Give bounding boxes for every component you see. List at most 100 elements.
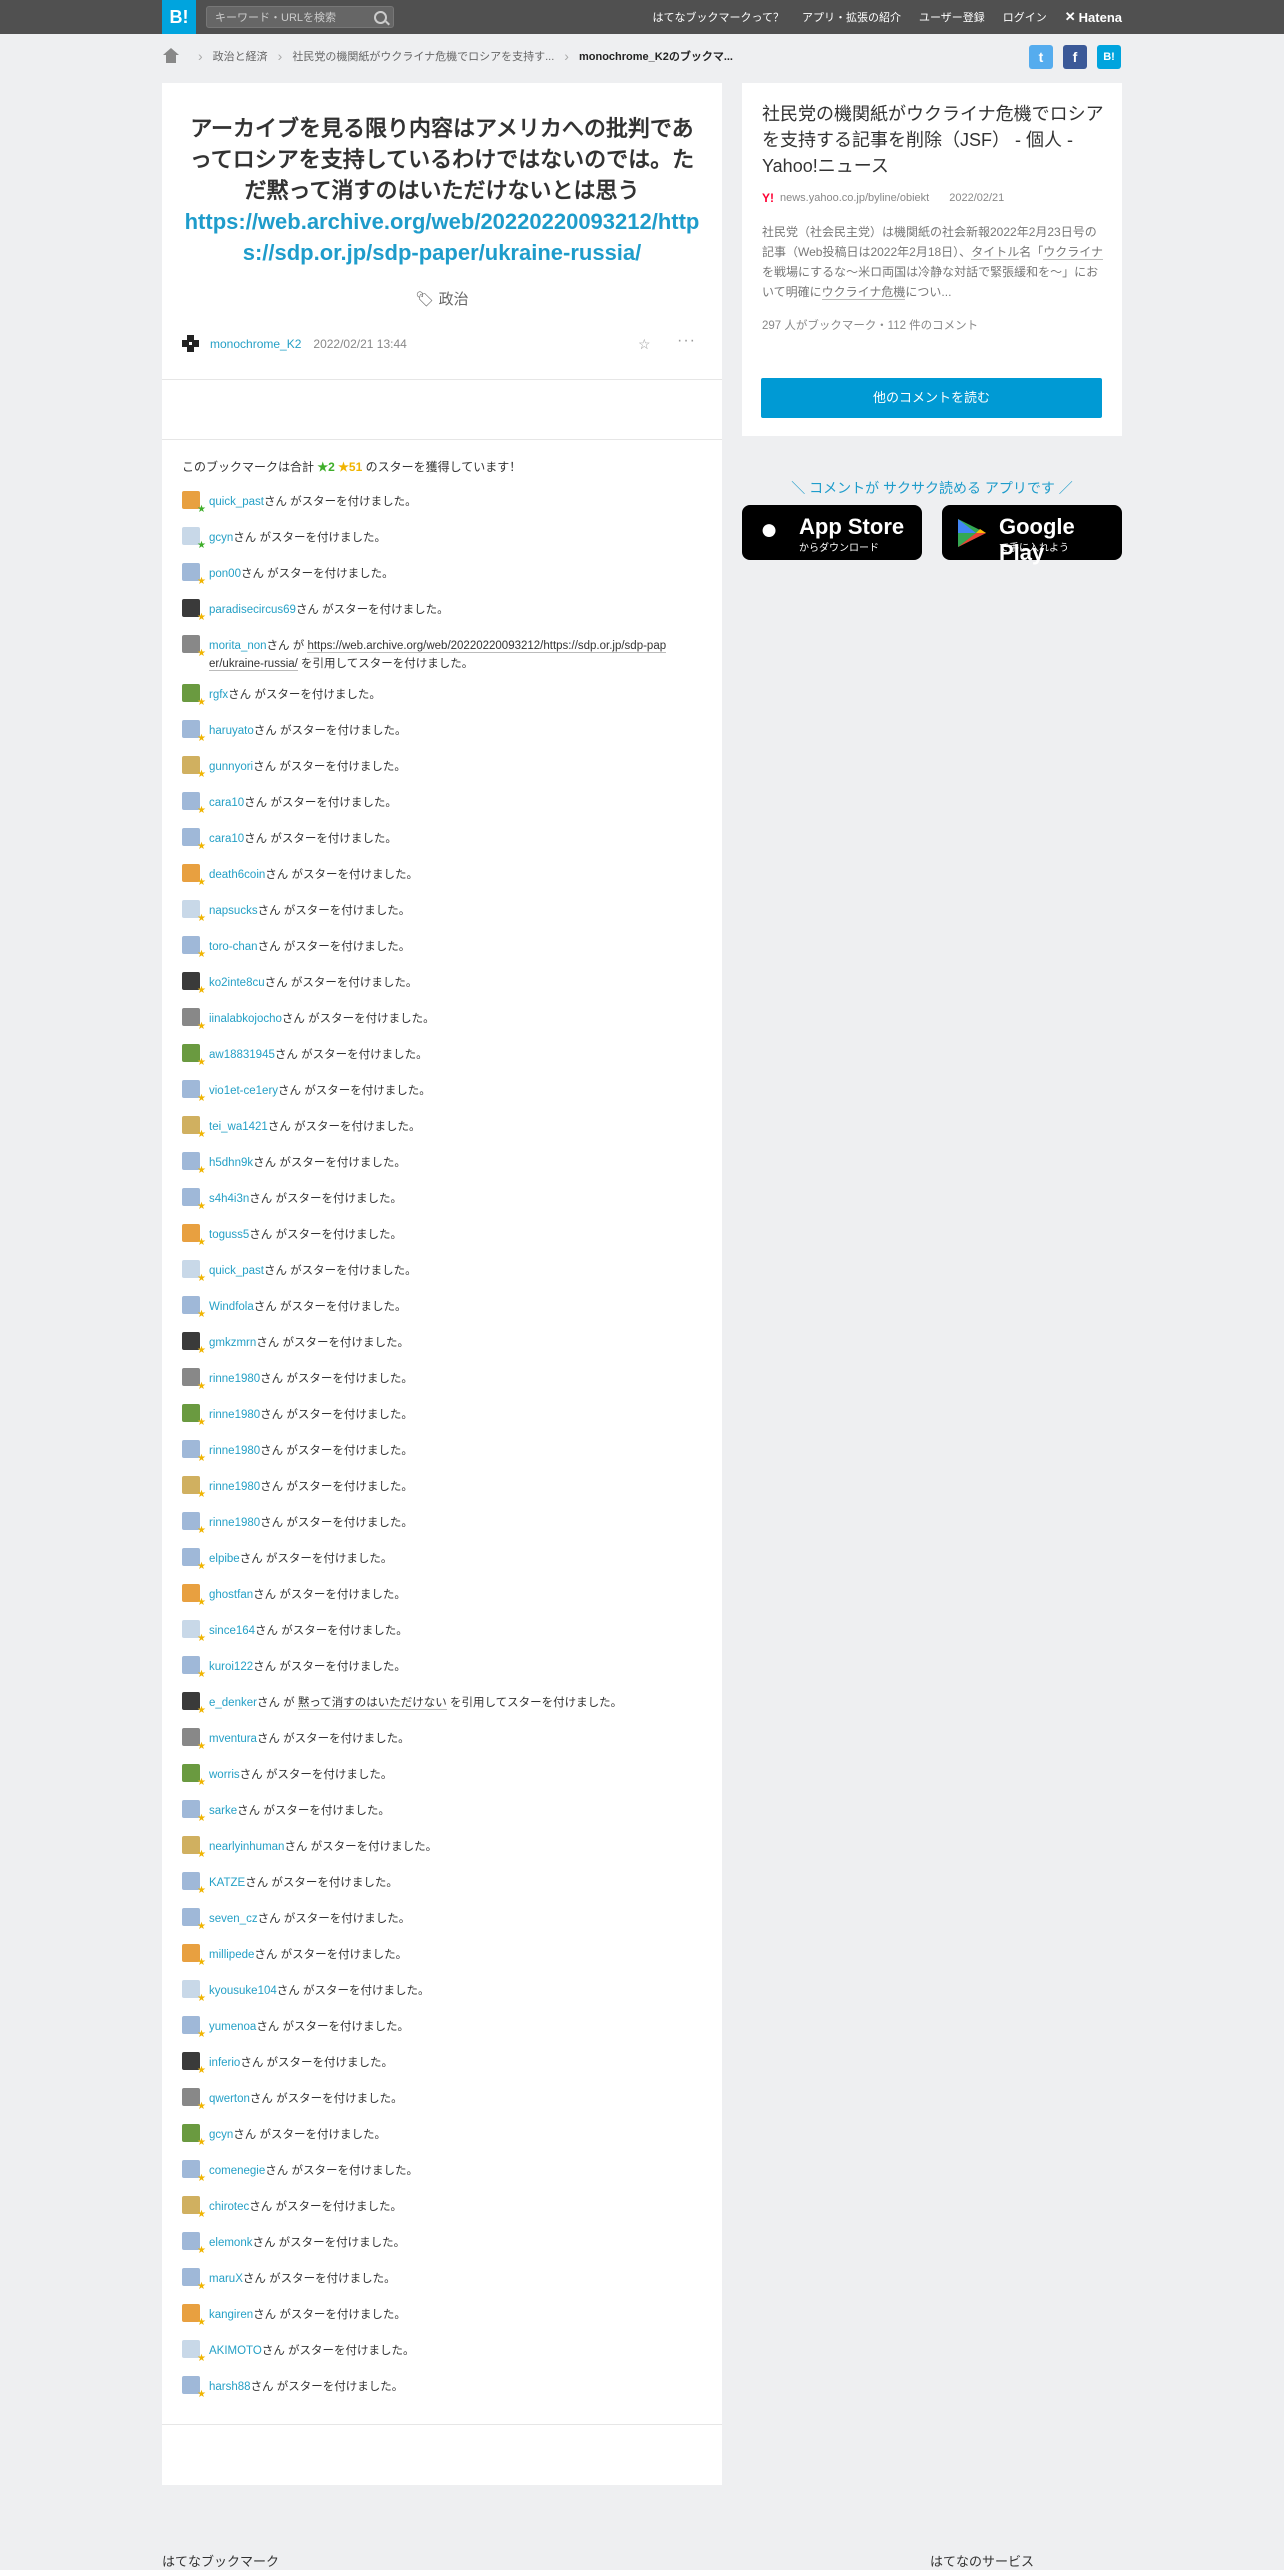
star-user-link[interactable]: quick_past [209,496,264,508]
star-user-link[interactable]: rinne1980 [209,1373,260,1385]
keyword-link[interactable]: ウクライナ危機 [821,285,906,300]
search-icon[interactable] [374,11,387,24]
user-avatar[interactable] [182,792,206,816]
nav-register[interactable]: ユーザー登録 [919,9,985,25]
hatebu-share-icon[interactable]: B! [1097,45,1121,69]
star-user-link[interactable]: chirotec [209,2201,249,2213]
star-user-link[interactable]: aw18831945 [209,1049,275,1061]
user-avatar[interactable] [182,2088,206,2112]
user-avatar[interactable] [182,1332,206,1356]
star-user-link[interactable]: paradisecircus69 [209,604,296,616]
facebook-share-icon[interactable]: f [1063,45,1087,69]
star-user-link[interactable]: cara10 [209,797,244,809]
hatebu-logo[interactable]: B! [162,0,196,34]
star-user-link[interactable]: pon00 [209,568,241,580]
hatena-logo[interactable]: ✕ Hatena [1065,9,1122,25]
add-star-icon[interactable]: ☆ [638,336,651,353]
star-user-link[interactable]: worris [209,1769,240,1781]
star-user-link[interactable]: tei_wa1421 [209,1121,268,1133]
star-user-link[interactable]: e_denker [209,1697,257,1709]
star-user-link[interactable]: yumenoa [209,2021,256,2033]
user-avatar[interactable] [182,2232,206,2256]
user-avatar[interactable] [182,936,206,960]
user-avatar[interactable] [182,900,206,924]
star-user-link[interactable]: h5dhn9k [209,1157,253,1169]
nav-login[interactable]: ログイン [1003,9,1047,25]
user-avatar[interactable] [182,1656,206,1680]
user-avatar[interactable] [182,599,206,623]
star-user-link[interactable]: iinalabkojocho [209,1013,282,1025]
user-avatar[interactable] [182,756,206,780]
keyword-link[interactable]: ウクライナ [1043,245,1103,260]
star-user-link[interactable]: sarke [209,1805,237,1817]
star-user-link[interactable]: toguss5 [209,1229,249,1241]
breadcrumb-category[interactable]: 政治と経済 [213,48,268,64]
star-user-link[interactable]: rgfx [209,689,228,701]
star-user-link[interactable]: maruX [209,2273,243,2285]
entry-title[interactable]: 社民党の機関紙がウクライナ危機でロシアを支持する記事を削除（JSF） - 個人 … [762,101,1107,179]
star-user-link[interactable]: gunnyori [209,761,253,773]
star-user-link[interactable]: gcyn [209,2129,233,2141]
user-avatar[interactable] [182,1224,206,1248]
user-avatar[interactable] [182,828,206,852]
user-avatar[interactable] [182,1620,206,1644]
user-avatar[interactable] [182,2268,206,2292]
user-avatar[interactable] [182,1728,206,1752]
user-avatar[interactable] [182,1440,206,1464]
star-user-link[interactable]: inferio [209,2057,240,2069]
user-avatar[interactable] [182,1188,206,1212]
star-user-link[interactable]: AKIMOTO [209,2345,262,2357]
user-avatar[interactable] [182,1296,206,1320]
user-avatar[interactable] [182,635,206,659]
user-avatar[interactable] [182,2160,206,2184]
star-user-link[interactable]: toro-chan [209,941,258,953]
star-user-link[interactable]: rinne1980 [209,1409,260,1421]
star-user-link[interactable]: kyousuke104 [209,1985,277,1997]
user-avatar[interactable] [182,2340,206,2364]
twitter-share-icon[interactable]: t [1029,45,1053,69]
star-user-link[interactable]: elemonk [209,2237,252,2249]
star-user-link[interactable]: since164 [209,1625,255,1637]
star-user-link[interactable]: harsh88 [209,2381,251,2393]
star-user-link[interactable]: vio1et-ce1ery [209,1085,278,1097]
star-user-link[interactable]: kuroi122 [209,1661,253,1673]
user-name[interactable]: monochrome_K2 [210,337,301,351]
star-user-link[interactable]: seven_cz [209,1913,258,1925]
user-avatar[interactable] [182,2304,206,2328]
star-user-link[interactable]: elpibe [209,1553,240,1565]
user-avatar[interactable] [182,1584,206,1608]
user-avatar[interactable] [182,1116,206,1140]
user-avatar[interactable] [182,720,206,744]
star-user-link[interactable]: haruyato [209,725,254,737]
star-user-link[interactable]: nearlyinhuman [209,1841,284,1853]
user-avatar[interactable] [182,1980,206,2004]
more-menu-icon[interactable]: ··· [677,332,696,350]
user-avatar[interactable] [182,1476,206,1500]
star-user-link[interactable]: KATZE [209,1877,245,1889]
user-avatar[interactable] [182,1836,206,1860]
entry-domain[interactable]: news.yahoo.co.jp/byline/obiekt [780,192,929,204]
user-avatar[interactable] [182,1368,206,1392]
star-user-link[interactable]: mventura [209,1733,257,1745]
star-user-link[interactable]: millipede [209,1949,254,1961]
bookmark-date[interactable]: 2022/02/21 13:44 [313,337,406,351]
user-avatar[interactable] [182,972,206,996]
star-user-link[interactable]: ko2inte8cu [209,977,265,989]
user-avatar[interactable] [182,1548,206,1572]
star-user-link[interactable]: napsucks [209,905,258,917]
star-user-link[interactable]: comenegie [209,2165,265,2177]
star-user-link[interactable]: ghostfan [209,1589,253,1601]
star-user-link[interactable]: gcyn [209,532,233,544]
user-avatar[interactable] [182,1080,206,1104]
keyword-link[interactable]: タイトル [971,245,1020,260]
user-avatar[interactable] [182,1260,206,1284]
user-avatar[interactable] [182,1404,206,1428]
user-avatar[interactable] [182,563,206,587]
star-user-link[interactable]: cara10 [209,833,244,845]
star-user-link[interactable]: kangiren [209,2309,253,2321]
user-avatar[interactable] [182,1908,206,1932]
star-user-link[interactable]: death6coin [209,869,265,881]
star-user-link[interactable]: s4h4i3n [209,1193,249,1205]
comment-link[interactable]: https://web.archive.org/web/202202200932… [185,209,700,265]
user-avatar[interactable] [182,1008,206,1032]
